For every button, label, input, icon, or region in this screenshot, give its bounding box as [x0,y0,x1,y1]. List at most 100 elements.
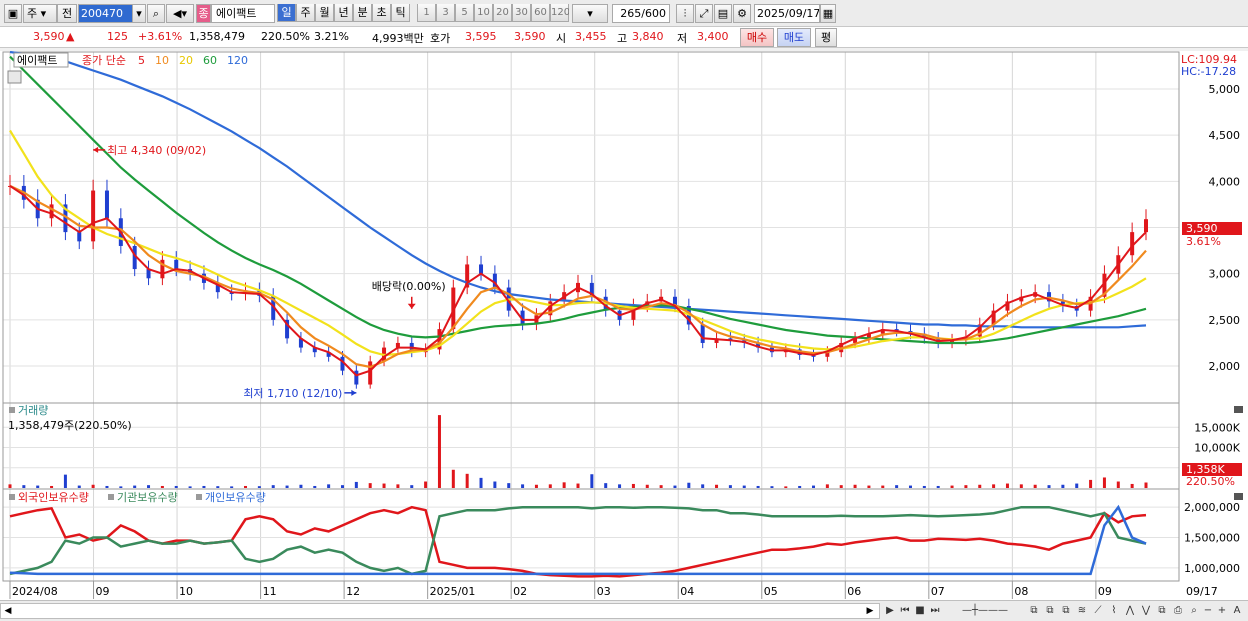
interval-5[interactable]: 5 [455,4,474,22]
volume-bar [299,484,303,488]
volume-bar [548,484,552,488]
low-annotation: 최저 1,710 (12/10) [243,387,342,400]
volume-bar [853,484,857,488]
volume-bar [992,484,996,488]
gear-icon[interactable]: ⚙ [733,4,751,23]
panel-stock-name: 에이팩트 [17,54,57,67]
split-icon[interactable]: ⧉ [1042,603,1058,619]
zoom-in-icon[interactable]: + [1214,603,1230,619]
volume-bar [382,483,386,488]
interval-20[interactable]: 20 [493,4,512,22]
volume-bar [396,484,400,488]
last-price-pct: 3.61% [1186,235,1221,248]
speaker-icon[interactable]: ◀▾ [166,4,194,23]
save-icon[interactable]: ▤ [714,4,732,23]
candle-body [77,232,82,242]
horizontal-scrollbar[interactable]: ◀ ▶ [0,603,880,619]
interval-30[interactable]: 30 [512,4,531,22]
trend-icon[interactable]: ⟋ [1090,603,1106,619]
interval-3[interactable]: 3 [436,4,455,22]
scroll-right-icon[interactable]: ▶ [863,604,877,618]
zigzag-icon[interactable]: ⋁ [1138,603,1154,619]
fib-icon[interactable]: ⌇ [1106,603,1122,619]
ma-legend-120: 120 [227,54,248,67]
date-input[interactable]: 2025/09/17 [754,4,820,23]
print-icon[interactable]: ⎙ [1170,603,1186,619]
prev-icon[interactable]: ⏮ [897,603,913,619]
buy-button[interactable]: 매수 [740,28,774,47]
period-2[interactable]: 월 [315,4,334,22]
wave-icon[interactable]: ⋀ [1122,603,1138,619]
play-icon[interactable]: ▶ [882,603,898,619]
eval-button[interactable]: 평 [815,28,837,47]
period-6[interactable]: 틱 [391,4,410,22]
copy-icon[interactable]: ⧉ [1154,603,1170,619]
sell-button[interactable]: 매도 [777,28,811,47]
volume-bar [1033,484,1037,488]
compare-icon[interactable]: ⧉ [1058,603,1074,619]
x-axis-label: 07 [931,585,945,598]
interval-10[interactable]: 10 [474,4,493,22]
holdings-legend-item: 개인보유수량 [205,491,266,504]
interval-120[interactable]: 120 [550,4,569,22]
volume-bar [1089,479,1093,488]
volume-bar [340,485,344,488]
holdings-tick-label: 1,500,000 [1184,532,1240,545]
current-price: 3,590 [33,30,65,43]
volume-bar [133,485,137,488]
stock-name: 에이팩트 [211,4,275,23]
calendar-icon[interactable]: ▦ [820,4,836,23]
interval-dropdown[interactable]: ▾ [572,4,608,23]
stop-icon[interactable]: ■ [912,603,928,619]
volume-bar [534,484,538,488]
period-label[interactable]: 전 [57,4,77,23]
layout-icon[interactable]: ⧉ [1026,603,1042,619]
volume-bar [895,485,899,488]
volume-bar [410,485,414,488]
candle-icon[interactable]: ⫶ [676,4,694,23]
period-5[interactable]: 초 [372,4,391,22]
volume-bar [798,485,802,488]
candle-body [368,361,373,385]
code-dropdown-icon[interactable]: ▾ [132,4,146,23]
stock-chart[interactable]: 2024/08 09 10 11 12 2025/01 02 03 04 05 06 07 08 09 09… [0,51,1248,600]
volume-bar [147,485,151,488]
volume-close-icon[interactable] [1234,406,1243,413]
price-tick-label: 4,500 [1209,129,1241,142]
legend-square-icon [108,494,114,500]
volume-bar [1005,483,1009,488]
candle-body [479,264,484,274]
volume-bar [437,415,441,488]
next-icon[interactable]: ⏭ [927,603,943,619]
price-tick-label: 5,000 [1209,83,1241,96]
scroll-left-icon[interactable]: ◀ [1,604,15,618]
market-select[interactable]: 주 ▾ [23,4,57,23]
holdings-tick-label: 2,000,000 [1184,501,1240,514]
code-input[interactable]: 200470 [78,4,136,23]
holdings-close-icon[interactable] [1234,493,1243,500]
volume-bar [770,486,774,488]
period-3[interactable]: 년 [334,4,353,22]
count-input[interactable]: 265/600 [612,4,670,23]
count-value: 265 [620,7,642,20]
period-4[interactable]: 분 [353,4,372,22]
holdings-tick-label: 1,000,000 [1184,562,1240,575]
period-1[interactable]: 주 [296,4,315,22]
period-0[interactable]: 일 [277,4,296,22]
volume-bar [659,485,663,488]
volume-bar [1130,483,1134,488]
search-icon[interactable]: ⌕ [147,4,165,23]
font-size-icon[interactable]: A [1229,603,1245,619]
bid-price: 3,590 [514,30,546,43]
line-tool-icon[interactable]: ⤢ [695,4,713,23]
market-label: 주 [27,7,38,20]
interval-1[interactable]: 1 [417,4,436,22]
table-icon[interactable] [7,70,22,84]
window-icon[interactable]: ▣ [4,4,22,23]
speed-slider[interactable]: —┼——— [950,603,1020,619]
pattern-icon[interactable]: ≋ [1074,603,1090,619]
last-price-value: 3,590 [1186,222,1218,235]
volume-bar [631,483,635,488]
volume-bar [1047,485,1051,488]
interval-60[interactable]: 60 [531,4,550,22]
